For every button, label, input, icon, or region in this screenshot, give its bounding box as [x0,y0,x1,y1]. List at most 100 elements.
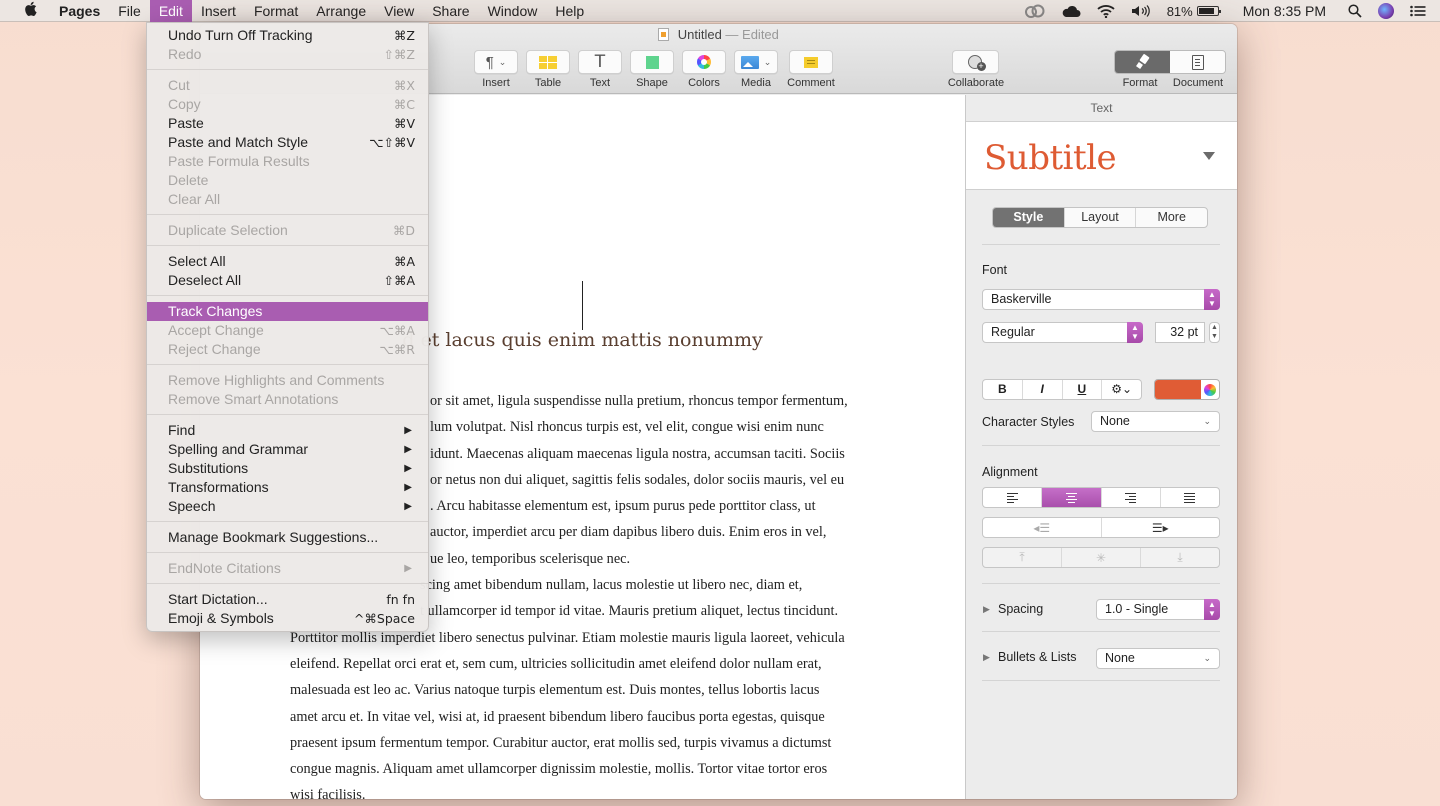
text-color-swatch[interactable] [1155,380,1201,399]
underline-button[interactable]: U [1061,380,1102,399]
body-line[interactable]: wisi facilisis. [290,782,890,799]
menu-item-track-changes[interactable]: Track Changes [147,302,428,321]
menu-item-speech[interactable]: Speech ▶ [147,497,428,516]
spacing-popup[interactable]: 1.0 - Single ▲ ▼ [1096,599,1220,620]
notification-center-icon[interactable] [1402,5,1440,17]
menu-share[interactable]: Share [423,0,478,22]
menu-item-deselect-all[interactable]: Deselect All ⇧⌘A [147,271,428,290]
menu-item-label: Duplicate Selection [168,222,288,238]
menu-item-shortcut: ⌘A [393,254,415,269]
italic-button[interactable]: I [1021,380,1062,399]
menu-item-remove-highlights-and-comments[interactable]: Remove Highlights and Comments [147,371,428,390]
menu-item-paste[interactable]: Paste ⌘V [147,114,428,133]
menu-item-duplicate-selection[interactable]: Duplicate Selection ⌘D [147,221,428,240]
menu-item-remove-smart-annotations[interactable]: Remove Smart Annotations [147,390,428,409]
menu-app-pages[interactable]: Pages [50,0,109,22]
paintbrush-icon [1136,55,1150,69]
menu-item-reject-change[interactable]: Reject Change ⌥⌘R [147,340,428,359]
font-typeface-popup[interactable]: Regular ▲ ▼ [982,322,1143,343]
volume-icon[interactable] [1123,4,1159,18]
document-proxy-icon[interactable] [658,28,670,41]
menu-window[interactable]: Window [479,0,547,22]
cloud-icon[interactable] [1053,4,1089,18]
increase-indent-button[interactable]: ☰▸ [1100,518,1220,537]
menu-item-transformations[interactable]: Transformations ▶ [147,478,428,497]
text-options-gear-button[interactable]: ⚙︎⌄ [1101,380,1141,399]
menu-item-delete[interactable]: Delete [147,171,428,190]
creative-cloud-icon[interactable] [1017,4,1053,18]
bullets-lists-label: Bullets & Lists [998,650,1077,664]
battery-status[interactable]: 81% [1159,4,1227,19]
paragraph-style-picker[interactable]: Subtitle [966,122,1237,190]
menu-item-label: Emoji & Symbols [168,610,274,626]
align-left-button[interactable] [983,488,1041,507]
body-line[interactable]: praesent ipsum fermentum tempor. Curabit… [290,730,890,756]
document-button[interactable] [1170,51,1225,73]
spotlight-search-icon[interactable] [1340,4,1370,18]
align-right-button[interactable] [1100,488,1160,507]
align-top-button[interactable]: ⤒ [983,548,1061,567]
shape-button[interactable] [630,50,674,74]
menu-item-copy[interactable]: Copy ⌘C [147,95,428,114]
menu-item-redo[interactable]: Redo ⇧⌘Z [147,45,428,64]
body-line[interactable]: amet arcu et. In vitae vel, wisi at, id … [290,704,890,730]
tab-more[interactable]: More [1135,208,1207,227]
body-line[interactable]: congue magnis. Aliquam amet ullamcorper … [290,756,890,782]
menu-arrange[interactable]: Arrange [307,0,375,22]
align-middle-icon: ✳︎ [1095,550,1107,565]
menu-item-clear-all[interactable]: Clear All [147,190,428,209]
menu-item-paste-and-match-style[interactable]: Paste and Match Style ⌥⇧⌘V [147,133,428,152]
siri-icon[interactable] [1370,3,1402,19]
wifi-icon[interactable] [1089,4,1123,18]
justify-button[interactable] [1159,488,1219,507]
align-bottom-button[interactable]: ⤓ [1140,548,1219,567]
menu-item-start-dictation[interactable]: Start Dictation... fn fn [147,590,428,609]
menu-item-accept-change[interactable]: Accept Change ⌥⌘A [147,321,428,340]
tab-layout[interactable]: Layout [1063,208,1136,227]
colors-button[interactable] [682,50,726,74]
clock[interactable]: Mon 8:35 PM [1227,3,1340,19]
menu-view[interactable]: View [375,0,423,22]
body-line[interactable]: eleifend. Repellat orci erat et, sem cum… [290,651,890,677]
menu-item-cut[interactable]: Cut ⌘X [147,76,428,95]
body-line[interactable]: malesuada est leo ac. Varius natoque tur… [290,677,890,703]
media-button[interactable]: ⌄ [734,50,778,74]
dropdown-triangle-icon[interactable] [1203,152,1215,160]
tab-style[interactable]: Style [993,208,1064,227]
menu-item-paste-formula-results[interactable]: Paste Formula Results [147,152,428,171]
font-size-stepper[interactable]: ▲ ▼ [1209,322,1220,343]
insert-button[interactable]: ¶ ⌄ [474,50,518,74]
character-styles-popup[interactable]: None ⌄ [1091,411,1220,432]
menu-item-find[interactable]: Find ▶ [147,421,428,440]
comment-button[interactable] [789,50,833,74]
align-center-button[interactable] [1041,488,1101,507]
menu-item-substitutions[interactable]: Substitutions ▶ [147,459,428,478]
table-button[interactable] [526,50,570,74]
menu-item-select-all[interactable]: Select All ⌘A [147,252,428,271]
menu-item-undo-turn-off-tracking[interactable]: Undo Turn Off Tracking ⌘Z [147,26,428,45]
bullets-disclosure-icon[interactable]: ▶ [983,652,990,663]
menu-item-emoji-symbols[interactable]: Emoji & Symbols ^⌘Space [147,609,428,628]
menu-item-endnote-citations[interactable]: EndNote Citations ▶ [147,559,428,578]
inspector-tabs: Style Layout More [992,207,1208,228]
color-wheel-icon[interactable] [1201,380,1219,399]
menu-file[interactable]: File [109,0,150,22]
menu-format[interactable]: Format [245,0,307,22]
align-middle-button[interactable]: ✳︎ [1061,548,1140,567]
menu-insert[interactable]: Insert [192,0,245,22]
decrease-indent-button[interactable]: ◂☰ [983,518,1101,537]
format-button[interactable] [1115,51,1170,73]
menu-edit[interactable]: Edit [149,0,192,22]
menu-help[interactable]: Help [546,0,593,22]
bold-button[interactable]: B [983,380,1022,399]
collaborate-button[interactable] [952,50,999,74]
font-family-popup[interactable]: Baskerville ▲ ▼ [982,289,1220,310]
menu-item-manage-bookmark-suggestions[interactable]: Manage Bookmark Suggestions... [147,528,428,547]
spacing-disclosure-icon[interactable]: ▶ [983,604,990,615]
apple-menu-icon[interactable] [10,1,50,20]
bullets-lists-popup[interactable]: None ⌄ [1096,648,1220,669]
text-button[interactable]: T [578,50,622,74]
text-color-well[interactable] [1154,379,1220,400]
font-size-field[interactable]: 32 pt [1155,322,1205,343]
menu-item-spelling-and-grammar[interactable]: Spelling and Grammar ▶ [147,440,428,459]
